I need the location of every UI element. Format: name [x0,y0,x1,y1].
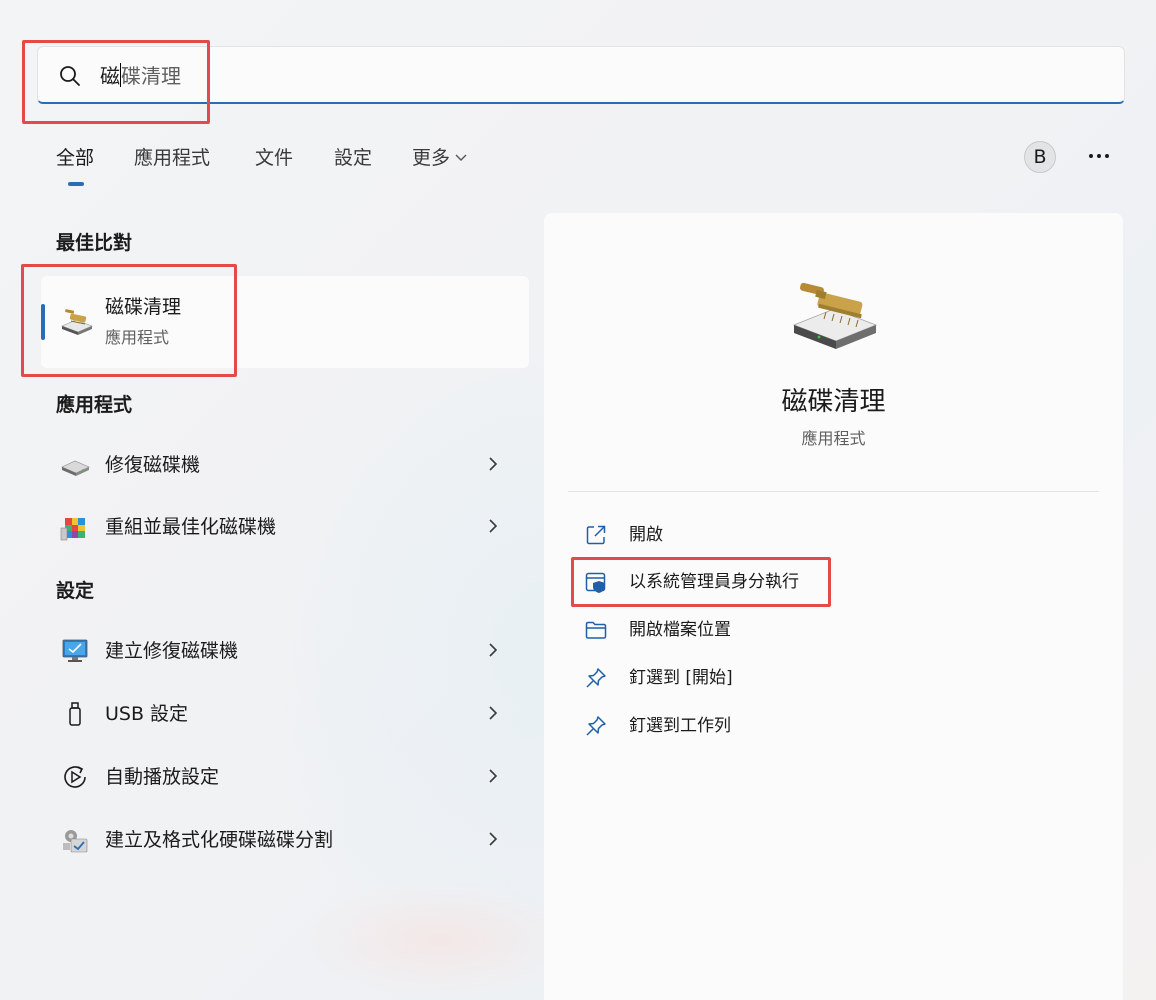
folder-icon [585,621,607,639]
tab-apps[interactable]: 應用程式 [134,144,210,172]
action-label: 釘選到 [開始] [629,668,733,688]
pin-icon [586,668,606,688]
list-item-label: 建立修復磁碟機 [105,640,239,662]
preview-subtitle: 應用程式 [801,429,866,448]
list-item-repair-drive[interactable]: 修復磁碟機 [41,436,529,492]
chevron-right-icon [489,643,498,657]
defrag-icon [60,518,85,541]
tab-documents[interactable]: 文件 [255,144,293,172]
avatar[interactable]: B [1024,141,1056,173]
disk-cleanup-icon [61,309,93,335]
list-item-label: 自動播放設定 [105,766,220,788]
search-input[interactable]: 磁碟清理 [37,46,1125,104]
chevron-right-icon [489,706,498,720]
more-options-icon[interactable] [1086,143,1112,169]
search-icon [60,66,80,86]
search-query: 磁碟清理 [100,63,181,88]
list-item-defrag[interactable]: 重組並最佳化磁碟機 [41,498,529,554]
list-item-autoplay[interactable]: 自動播放設定 [41,748,529,804]
chevron-right-icon [489,832,498,846]
divider [568,491,1099,492]
apps-heading: 應用程式 [56,394,133,416]
chevron-right-icon [489,457,498,471]
tab-all[interactable]: 全部 [56,144,94,172]
action-label: 開啟檔案位置 [629,620,731,640]
chevron-right-icon [489,769,498,783]
best-match-name: 磁碟清理 [105,296,182,318]
chevron-right-icon [489,519,498,533]
usb-icon [69,702,81,726]
list-item-usb-settings[interactable]: USB 設定 [41,685,529,741]
tab-settings[interactable]: 設定 [334,144,372,172]
list-item-disk-management[interactable]: 建立及格式化硬碟磁碟分割 [41,811,529,867]
disk-management-icon [63,830,88,853]
autoplay-icon [64,766,86,788]
tab-more[interactable]: 更多 [412,144,468,172]
action-label: 釘選到工作列 [629,716,731,736]
tab-more-label: 更多 [412,147,451,169]
settings-heading: 設定 [56,580,95,602]
admin-shield-icon [585,572,606,593]
best-match-type: 應用程式 [105,328,170,347]
pin-icon [586,716,606,736]
selected-indicator [41,304,45,340]
active-tab-indicator [68,182,84,186]
action-label: 開啟 [629,525,663,545]
drive-icon [61,460,90,476]
chevron-down-icon [455,154,467,161]
list-item-label: USB 設定 [105,703,189,725]
best-match-heading: 最佳比對 [56,232,133,254]
preview-title: 磁碟清理 [781,387,886,417]
list-item-label: 修復磁碟機 [105,454,201,476]
best-match-result[interactable]: 磁碟清理 應用程式 [41,276,529,368]
recovery-drive-icon [62,639,88,662]
disk-cleanup-icon [792,282,878,349]
open-external-icon [586,525,606,545]
preview-pane: 磁碟清理 應用程式 開啟 以系統管理員身分執行 開啟檔案位置 釘選到 [開始] [544,213,1123,1000]
list-item-label: 重組並最佳化磁碟機 [105,516,277,538]
list-item-recovery-drive[interactable]: 建立修復磁碟機 [41,622,529,678]
list-item-label: 建立及格式化硬碟磁碟分割 [105,829,334,851]
action-label: 以系統管理員身分執行 [629,572,799,592]
